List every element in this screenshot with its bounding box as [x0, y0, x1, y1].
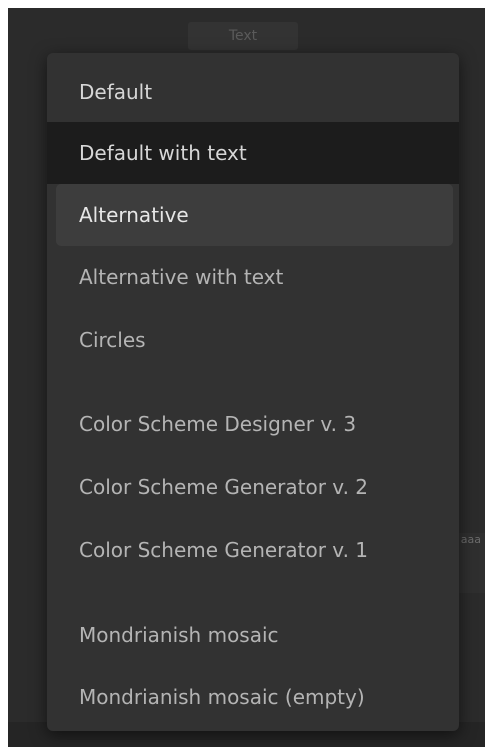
menu-item-alternative-with-text[interactable]: Alternative with text: [47, 246, 459, 308]
style-dropdown-menu: Default Default with text Alternative Al…: [47, 53, 459, 731]
menu-item-default-with-text[interactable]: Default with text: [47, 122, 459, 184]
app-background: Text aa aaa Default Default with text Al…: [8, 8, 485, 747]
menu-item-mondrianish-mosaic[interactable]: Mondrianish mosaic: [47, 604, 459, 666]
menu-item-color-scheme-generator-v1[interactable]: Color Scheme Generator v. 1: [47, 519, 459, 581]
menu-item-default[interactable]: Default: [47, 61, 459, 123]
background-text-field: Text: [188, 22, 298, 50]
menu-item-circles[interactable]: Circles: [47, 309, 459, 371]
menu-item-mondrianish-mosaic-empty[interactable]: Mondrianish mosaic (empty): [47, 666, 459, 728]
menu-item-alternative[interactable]: Alternative: [56, 184, 453, 246]
menu-item-color-scheme-designer-v3[interactable]: Color Scheme Designer v. 3: [47, 393, 459, 455]
menu-item-color-scheme-generator-v2[interactable]: Color Scheme Generator v. 2: [47, 456, 459, 518]
